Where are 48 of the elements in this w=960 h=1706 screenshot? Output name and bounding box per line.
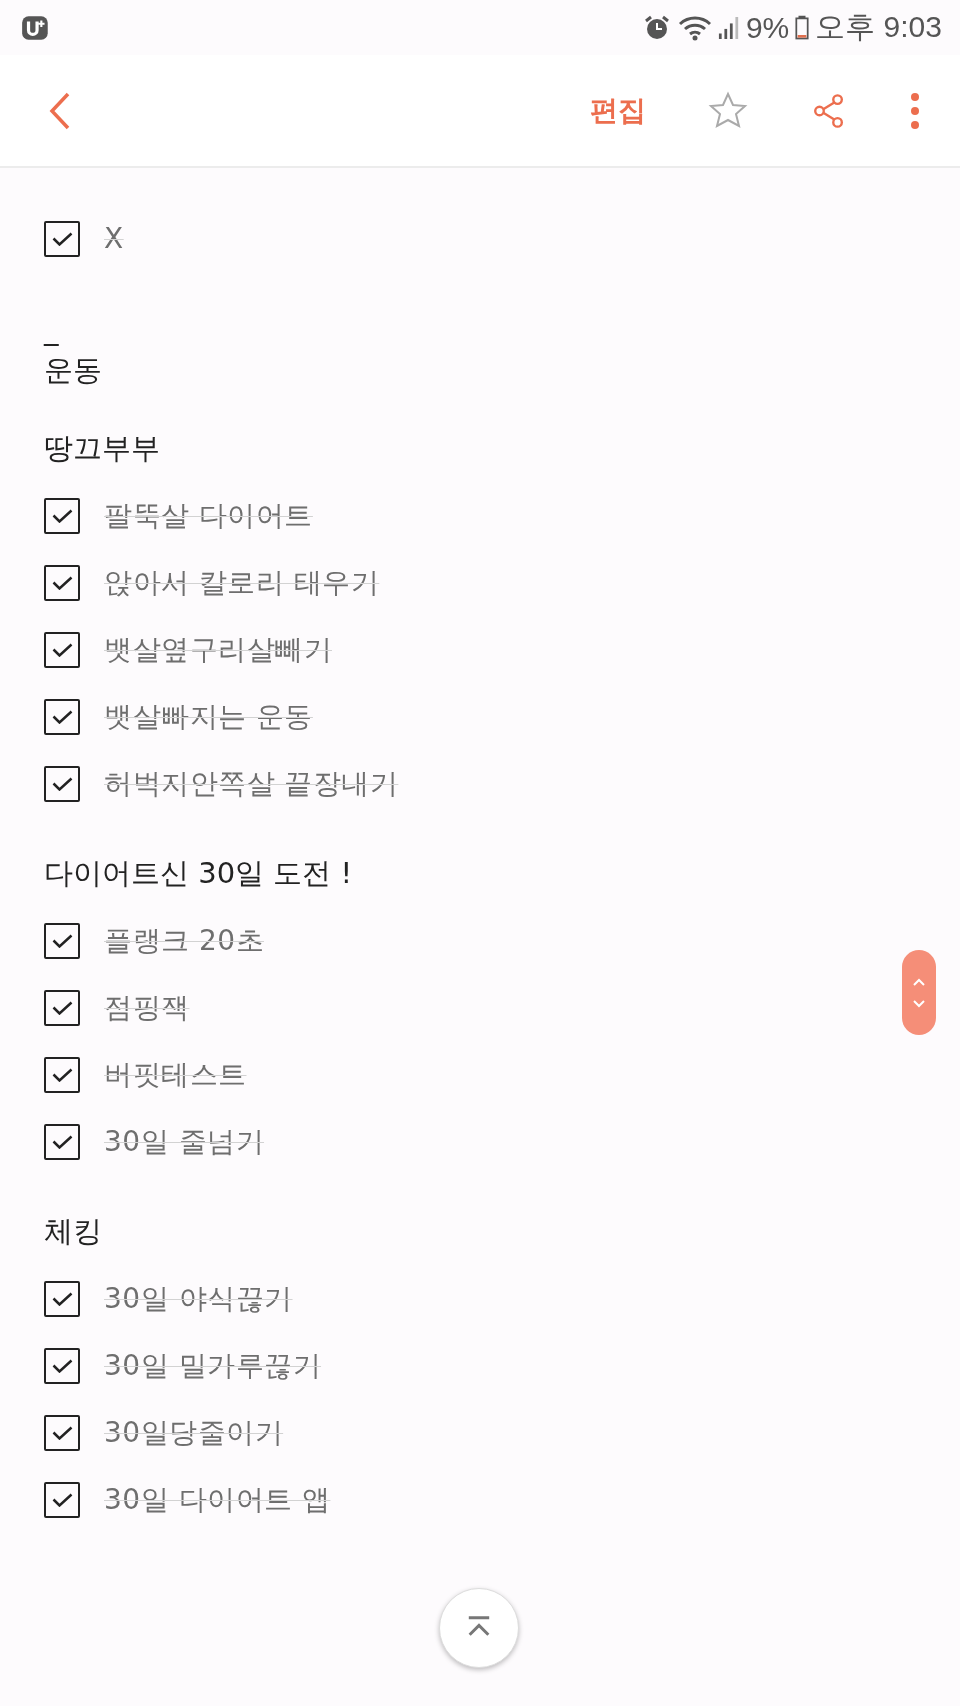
checklist-item-text: 30일 야식끊기	[104, 1280, 293, 1317]
back-icon	[48, 90, 72, 131]
checkbox[interactable]	[44, 497, 80, 534]
checkmark-icon	[51, 1492, 73, 1507]
checkmark-icon	[51, 575, 73, 590]
checkmark-icon	[51, 1000, 73, 1015]
note-text: 운동	[44, 352, 102, 389]
signal-icon	[717, 14, 740, 41]
battery-icon	[795, 14, 810, 41]
checklist-item-text: X	[104, 222, 124, 255]
checkmark-icon	[51, 933, 73, 948]
checkbox[interactable]	[44, 1280, 80, 1317]
checkmark-icon	[51, 709, 73, 724]
back-button[interactable]	[48, 90, 72, 131]
checklist-item-text: 앉아서 칼로리 태우기	[104, 564, 380, 601]
note-text: _	[44, 312, 59, 346]
more-menu-icon[interactable]	[910, 90, 920, 131]
checkmark-icon	[51, 642, 73, 657]
checkmark-icon	[51, 1134, 73, 1149]
checkmark-icon	[51, 1425, 73, 1440]
checkbox[interactable]	[44, 564, 80, 601]
checkbox[interactable]	[44, 989, 80, 1026]
checkbox[interactable]	[44, 765, 80, 802]
note-text: 체킹	[44, 1213, 102, 1250]
note-text: 땅끄부부	[44, 430, 160, 467]
scroll-handle[interactable]	[902, 950, 936, 1035]
checkmark-icon	[51, 231, 73, 246]
edit-button[interactable]: 편집	[590, 91, 646, 130]
checkmark-icon	[51, 1067, 73, 1082]
checkbox[interactable]	[44, 698, 80, 735]
checkbox[interactable]	[44, 1123, 80, 1160]
checkmark-icon	[51, 776, 73, 791]
checkbox[interactable]	[44, 631, 80, 668]
checkbox[interactable]	[44, 1347, 80, 1384]
battery-percent: 9%	[745, 10, 790, 45]
checkbox[interactable]	[44, 1056, 80, 1093]
note-text: 다이어트신 30일 도전 !	[44, 855, 353, 892]
checklist-item-text: 30일 다이어트 앱	[104, 1481, 331, 1518]
checkbox[interactable]	[44, 922, 80, 959]
checkbox[interactable]	[44, 1481, 80, 1518]
clock-time: 오후 9:03	[815, 9, 942, 45]
scroll-to-top-button[interactable]	[439, 1588, 519, 1668]
checkmark-icon	[51, 1291, 73, 1306]
checkbox[interactable]	[44, 220, 80, 257]
checkbox[interactable]	[44, 1414, 80, 1451]
checklist-item-text: 30일 밀가루끊기	[104, 1347, 322, 1384]
checkmark-icon	[51, 508, 73, 523]
checkmark-icon	[51, 1358, 73, 1373]
